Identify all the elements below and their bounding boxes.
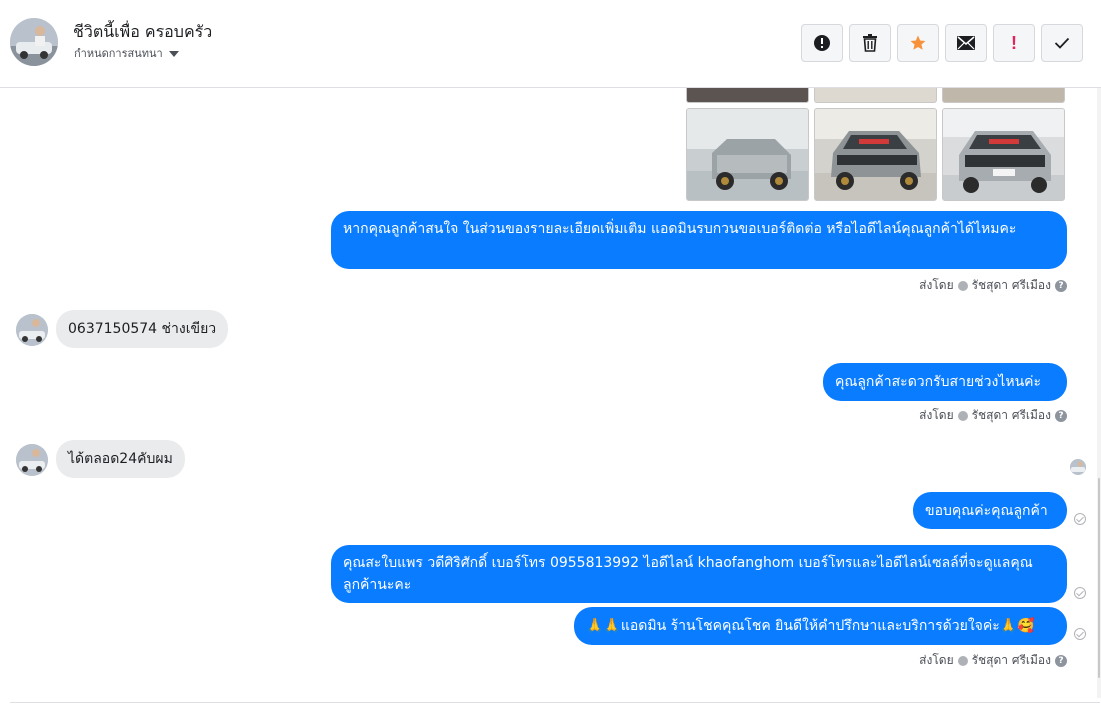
message-text: 0637150574 ช่างเขียว	[68, 321, 217, 337]
agent-status-icon	[957, 655, 968, 666]
chevron-down-icon	[168, 51, 179, 57]
sent-by-prefix: ส่งโดย	[919, 278, 954, 292]
car-photo[interactable]	[686, 88, 809, 103]
conversation-toolbar: !	[801, 24, 1083, 62]
outgoing-message: 🙏🙏แอดมิน ร้านโชคคุณโชค ยินดีให้คำปรึกษาแ…	[574, 607, 1067, 645]
scrollbar-thumb[interactable]	[1098, 478, 1100, 678]
car-photo[interactable]	[942, 88, 1065, 103]
message-text: ได้ตลอด24คับผม	[68, 451, 173, 467]
assign-label: กำหนดการสนทนา	[74, 47, 163, 60]
incoming-message: ได้ตลอด24คับผม	[56, 440, 185, 478]
sent-by-agent[interactable]: รัชสุดา ศรีเมือง	[972, 276, 1051, 295]
delivered-check-icon	[1074, 628, 1086, 640]
message-text: 🙏🙏แอดมิน ร้านโชคคุณโชค ยินดีให้คำปรึกษาแ…	[586, 618, 1035, 634]
conversation-header: ชีวิตนี้เพื่อ ครอบครัว กำหนดการสนทนา !	[0, 0, 1101, 88]
done-button[interactable]	[1041, 24, 1083, 62]
contact-avatar-small[interactable]	[16, 444, 48, 476]
sent-by-label: ส่งโดย รัชสุดา ศรีเมือง ?	[919, 651, 1067, 670]
agent-status-icon	[957, 410, 968, 421]
seen-by-avatar	[1070, 459, 1086, 475]
star-button[interactable]	[897, 24, 939, 62]
assign-conversation-dropdown[interactable]: กำหนดการสนทนา	[74, 44, 179, 62]
outgoing-message: คุณสะใบแพร วดีศิริศักดิ์ เบอร์โทร 095581…	[331, 545, 1067, 603]
car-photo[interactable]	[942, 108, 1065, 201]
help-icon[interactable]: ?	[1055, 409, 1067, 422]
sent-by-label: ส่งโดย รัชสุดา ศรีเมือง ?	[919, 406, 1067, 425]
star-icon	[910, 35, 926, 50]
exclamation-icon: !	[1011, 32, 1017, 53]
check-icon	[1054, 37, 1070, 49]
trash-icon	[863, 34, 877, 52]
incoming-message: 0637150574 ช่างเขียว	[56, 310, 229, 348]
outgoing-message: คุณลูกค้าสะดวกรับสายช่วงไหนค่ะ	[823, 363, 1067, 401]
important-button[interactable]: !	[993, 24, 1035, 62]
message-text: ขอบคุณค่ะคุณลูกค้า	[925, 503, 1048, 519]
help-icon[interactable]: ?	[1055, 279, 1067, 292]
delete-button[interactable]	[849, 24, 891, 62]
sent-by-label: ส่งโดย รัชสุดา ศรีเมือง ?	[919, 276, 1067, 295]
car-photo[interactable]	[814, 88, 937, 103]
outgoing-message: ขอบคุณค่ะคุณลูกค้า	[913, 492, 1067, 529]
help-icon[interactable]: ?	[1055, 654, 1067, 667]
agent-status-icon	[957, 280, 968, 291]
message-text: หากคุณลูกค้าสนใจ ในส่วนของรายละเอียดเพิ่…	[343, 221, 1017, 237]
contact-name: ชีวิตนี้เพื่อ ครอบครัว	[73, 22, 213, 41]
sent-by-agent[interactable]: รัชสุดา ศรีเมือง	[972, 651, 1051, 670]
sent-by-prefix: ส่งโดย	[919, 653, 954, 667]
message-composer[interactable]	[10, 702, 1100, 707]
car-photo[interactable]	[814, 108, 937, 201]
outgoing-message: หากคุณลูกค้าสนใจ ในส่วนของรายละเอียดเพิ่…	[331, 211, 1067, 269]
contact-avatar[interactable]	[10, 18, 58, 66]
mark-unread-button[interactable]	[945, 24, 987, 62]
spam-button[interactable]	[801, 24, 843, 62]
alert-circle-icon	[814, 35, 830, 51]
envelope-icon	[957, 36, 975, 50]
delivered-check-icon	[1074, 587, 1086, 599]
sent-by-agent[interactable]: รัชสุดา ศรีเมือง	[972, 406, 1051, 425]
delivered-check-icon	[1074, 513, 1086, 525]
contact-avatar-small[interactable]	[16, 314, 48, 346]
car-photo[interactable]	[686, 108, 809, 201]
message-text: คุณลูกค้าสะดวกรับสายช่วงไหนค่ะ	[835, 374, 1042, 390]
message-text: คุณสะใบแพร วดีศิริศักดิ์ เบอร์โทร 095581…	[343, 555, 1033, 593]
sent-by-prefix: ส่งโดย	[919, 408, 954, 422]
